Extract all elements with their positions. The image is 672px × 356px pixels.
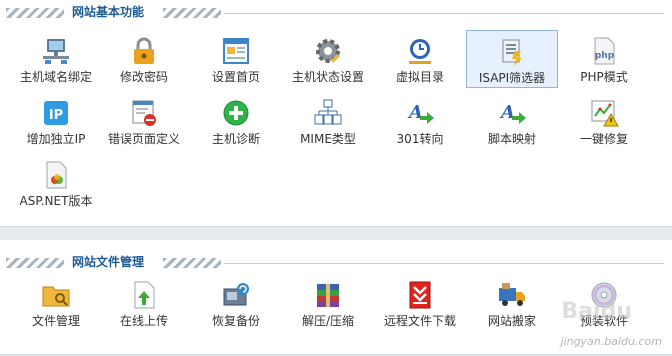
redirect-arrow-icon: A <box>407 102 434 124</box>
globe-clock-icon <box>409 39 431 64</box>
item-label: 设置首页 <box>211 70 260 84</box>
item-label: 远程文件下载 <box>383 314 456 328</box>
add-dedicated-ip-item[interactable]: IP 增加独立IP <box>10 92 102 150</box>
item-label: 解压/压缩 <box>301 314 355 328</box>
remote-download-item[interactable]: 远程文件下载 <box>374 274 466 332</box>
item-label: 错误页面定义 <box>107 132 180 146</box>
watermark-text: jingyan.baidu.com <box>560 335 662 348</box>
file-management-panel: 网站文件管理 文件管理 在线上传 恢复备份 解压/压缩 远程文件下载 网站搬家 … <box>0 240 672 355</box>
header-stripes-left <box>6 8 64 18</box>
script-mapping-icon: A <box>499 102 526 124</box>
script-mapping-item[interactable]: A 脚本映射 <box>466 92 558 150</box>
section-title: 网站文件管理 <box>72 255 145 269</box>
item-label: MIME类型 <box>300 132 356 146</box>
file-manager-item[interactable]: 文件管理 <box>10 274 102 332</box>
section-header-files: 网站文件管理 <box>0 250 672 272</box>
domain-binding-item[interactable]: 主机域名绑定 <box>10 30 102 88</box>
php-mode-item[interactable]: php PHP模式 <box>558 30 650 88</box>
basic-functions-panel: 网站基本功能 主机域名绑定 修改密码 设置首页 主机状态设置 虚拟目录 ISAP… <box>0 0 672 227</box>
item-label: 一键修复 <box>579 132 628 146</box>
mime-tree-icon <box>314 99 342 125</box>
item-label: 主机状态设置 <box>291 70 364 84</box>
header-stripes-left <box>6 258 64 268</box>
restore-backup-icon <box>223 283 249 306</box>
online-upload-item[interactable]: 在线上传 <box>98 274 190 332</box>
item-label: 恢复备份 <box>211 314 260 328</box>
folder-search-icon <box>42 286 70 307</box>
item-label: PHP模式 <box>580 70 628 84</box>
filter-document-icon <box>502 39 522 66</box>
item-label: 网站搬家 <box>487 314 536 328</box>
php-file-icon: php <box>594 37 615 65</box>
isapi-filter-item[interactable]: ISAPI筛选器 <box>466 30 558 88</box>
webpage-icon <box>223 38 249 64</box>
item-label: 主机诊断 <box>211 132 260 146</box>
error-page-item[interactable]: 错误页面定义 <box>98 92 190 150</box>
extract-compress-item[interactable]: 解压/压缩 <box>282 274 374 332</box>
gear-icon <box>316 39 340 63</box>
virtual-directory-item[interactable]: 虚拟目录 <box>374 30 466 88</box>
host-status-item[interactable]: 主机状态设置 <box>282 30 374 88</box>
item-label: 文件管理 <box>31 314 80 328</box>
aspnet-file-icon <box>46 161 67 189</box>
set-homepage-item[interactable]: 设置首页 <box>190 30 282 88</box>
site-migration-item[interactable]: 网站搬家 <box>466 274 558 332</box>
padlock-icon <box>134 37 154 64</box>
item-label: 脚本映射 <box>487 132 536 146</box>
redirect-301-item[interactable]: A 301转向 <box>374 92 466 150</box>
item-label: 增加独立IP <box>26 132 86 146</box>
header-divider <box>224 13 664 14</box>
one-click-repair-item[interactable]: 一键修复 <box>558 92 650 150</box>
section-header-basic: 网站基本功能 <box>0 0 672 22</box>
moving-truck-icon <box>499 283 525 306</box>
host-diagnosis-item[interactable]: 主机诊断 <box>190 92 282 150</box>
item-label: ISAPI筛选器 <box>478 71 546 85</box>
svg-text:php: php <box>595 51 615 61</box>
ip-badge-icon: IP <box>44 101 68 125</box>
item-label: ASP.NET版本 <box>19 194 93 208</box>
mime-type-item[interactable]: MIME类型 <box>282 92 374 150</box>
item-label: 主机域名绑定 <box>19 70 92 84</box>
upload-file-icon <box>134 281 155 309</box>
repair-warning-icon <box>591 100 619 127</box>
item-label: 301转向 <box>396 132 444 146</box>
network-computer-icon <box>43 39 69 64</box>
aspnet-version-item[interactable]: ASP.NET版本 <box>10 154 102 212</box>
header-divider <box>224 263 664 264</box>
header-stripes-right <box>163 8 221 18</box>
download-icon <box>409 281 431 309</box>
archive-icon <box>317 284 339 307</box>
item-label: 虚拟目录 <box>395 70 444 84</box>
error-page-icon <box>132 100 156 126</box>
change-password-item[interactable]: 修改密码 <box>98 30 190 88</box>
plus-circle-icon <box>223 100 249 126</box>
watermark-logo: Baidu <box>561 299 632 324</box>
item-label: 修改密码 <box>119 70 168 84</box>
item-label: 在线上传 <box>119 314 168 328</box>
restore-backup-item[interactable]: 恢复备份 <box>190 274 282 332</box>
section-title: 网站基本功能 <box>72 5 145 19</box>
header-stripes-right <box>163 258 221 268</box>
svg-text:IP: IP <box>49 108 63 123</box>
